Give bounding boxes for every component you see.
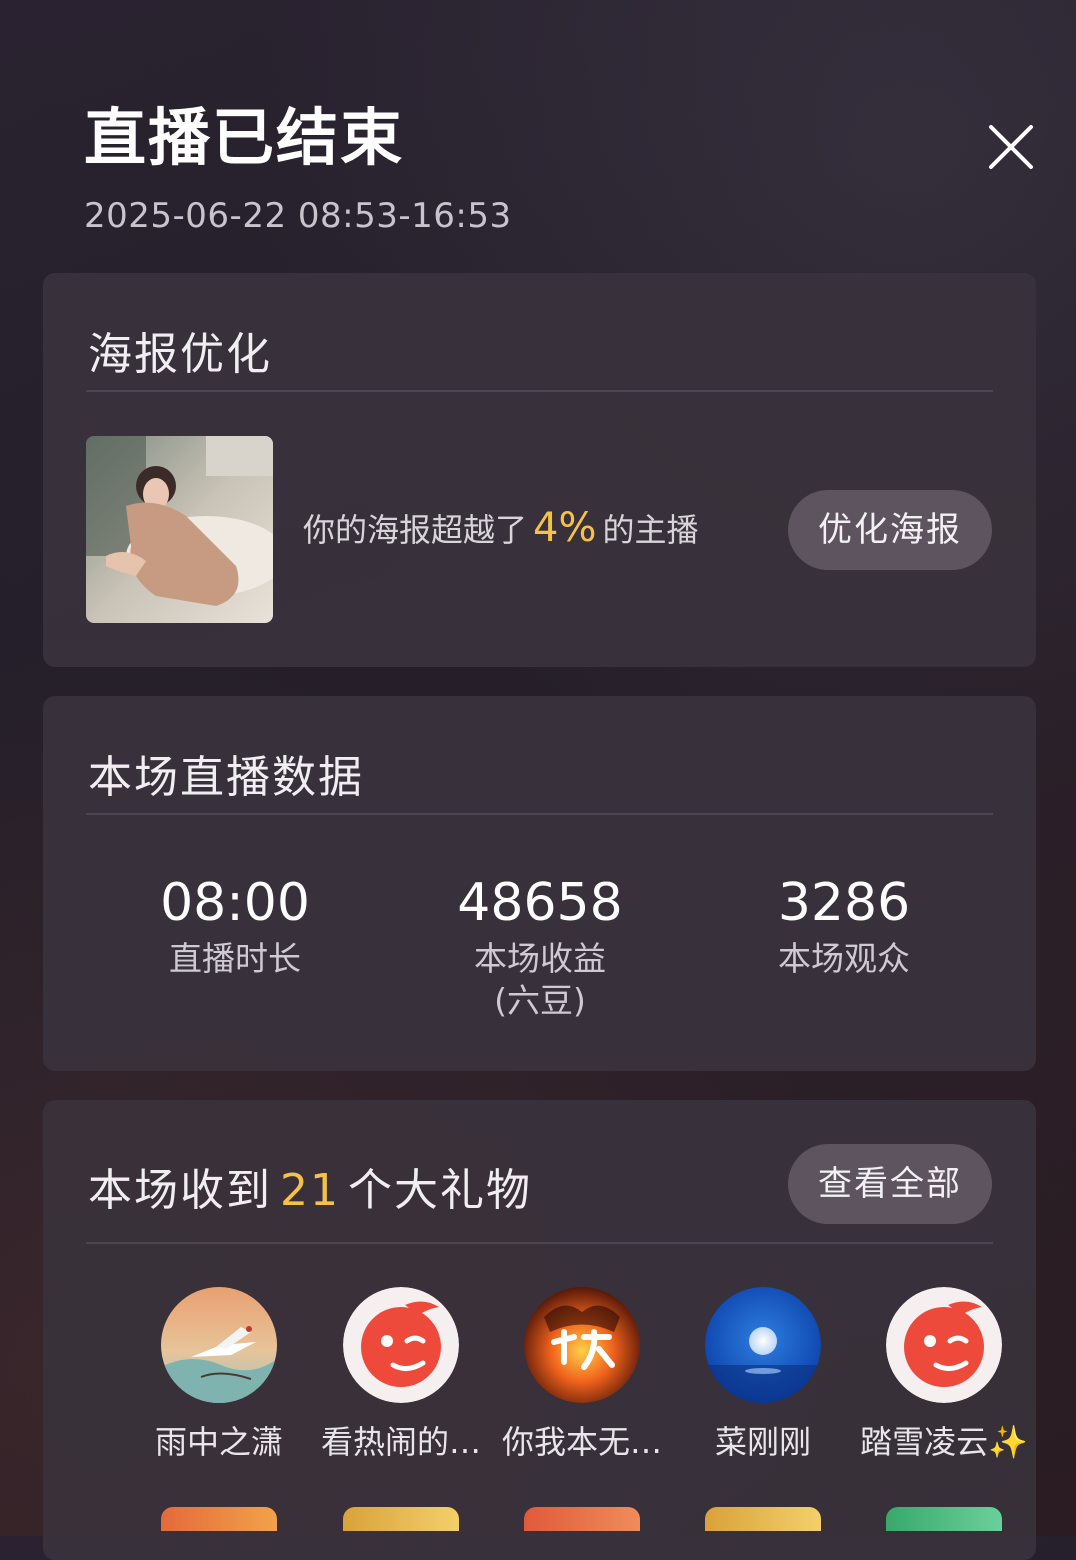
gifter-name: 踏雪凌云✨ <box>860 1423 1028 1461</box>
level-badge <box>705 1507 821 1531</box>
level-badge <box>886 1507 1002 1531</box>
fire-calligraphy-avatar <box>524 1287 640 1403</box>
poster-thumbnail[interactable] <box>86 436 273 623</box>
close-button[interactable] <box>986 122 1036 172</box>
level-badge <box>343 1507 459 1531</box>
stat-value: 08:00 <box>160 873 310 933</box>
gifts-title-suffix: 个大礼物 <box>348 1165 532 1216</box>
stat-duration: 08:00 直播时长 <box>85 868 385 980</box>
gifter-name: 看热闹的… <box>320 1423 481 1461</box>
red-wink-avatar <box>886 1287 1002 1403</box>
poster-text-prefix: 你的海报超越了 <box>303 511 528 549</box>
gifts-count: 21 <box>280 1165 340 1216</box>
divider <box>86 1242 993 1244</box>
gifter-item[interactable]: 看热闹的… <box>316 1287 486 1531</box>
poster-text-suffix: 的主播 <box>602 511 699 549</box>
stat-audience: 3286 本场观众 <box>694 868 994 980</box>
gifter-item[interactable]: 雨中之潇 <box>134 1287 304 1531</box>
live-time-range: 2025-06-22 08:53-16:53 <box>84 196 512 236</box>
gifter-item[interactable]: 踏雪凌云✨ <box>859 1287 1029 1531</box>
poster-ranking-text: 你的海报超越了 4% 的主播 <box>303 505 699 551</box>
gifter-name: 雨中之潇 <box>154 1423 283 1461</box>
stat-earnings: 48658 本场收益 (六豆) <box>390 868 690 1022</box>
gifter-name: 菜刚刚 <box>714 1423 811 1461</box>
crane-painting-avatar <box>161 1287 277 1403</box>
red-wink-avatar <box>343 1287 459 1403</box>
divider <box>86 390 993 392</box>
stat-unit: (六豆) <box>494 981 586 1020</box>
stat-label: 直播时长 <box>169 939 301 978</box>
poster-percent: 4% <box>533 505 597 551</box>
level-badge <box>524 1507 640 1531</box>
page-title: 直播已结束 <box>84 101 405 174</box>
stats-card-title: 本场直播数据 <box>88 752 364 803</box>
stat-value: 3286 <box>777 873 911 933</box>
stat-label: 本场观众 <box>778 939 910 978</box>
gifter-item[interactable]: 你我本无… <box>497 1287 667 1531</box>
gifter-name: 你我本无… <box>501 1423 662 1461</box>
gifter-item[interactable]: 菜刚刚 <box>678 1287 848 1531</box>
gifts-title-prefix: 本场收到 <box>88 1165 272 1216</box>
stat-value: 48658 <box>457 873 623 933</box>
poster-image <box>86 436 273 623</box>
header: 直播已结束 2025-06-22 08:53-16:53 <box>84 100 512 236</box>
stat-label: 本场收益 <box>474 939 606 978</box>
gifts-card: 本场收到 21 个大礼物 查看全部 雨中之潇 看热闹的… 你我本无… 菜刚刚 踏… <box>43 1100 1036 1560</box>
divider <box>86 813 993 815</box>
live-stats-card: 本场直播数据 08:00 直播时长 48658 本场收益 (六豆) 3286 本… <box>43 696 1036 1071</box>
poster-card-title: 海报优化 <box>88 329 272 380</box>
level-badge <box>161 1507 277 1531</box>
optimize-poster-button[interactable]: 优化海报 <box>788 490 992 570</box>
blue-moon-avatar <box>705 1287 821 1403</box>
poster-optimization-card: 海报优化 你的海报超越了 4% 的主播 优化海报 <box>43 273 1036 667</box>
gifts-card-title: 本场收到 21 个大礼物 <box>88 1154 532 1218</box>
view-all-gifts-button[interactable]: 查看全部 <box>788 1144 992 1224</box>
close-icon <box>989 125 1033 169</box>
